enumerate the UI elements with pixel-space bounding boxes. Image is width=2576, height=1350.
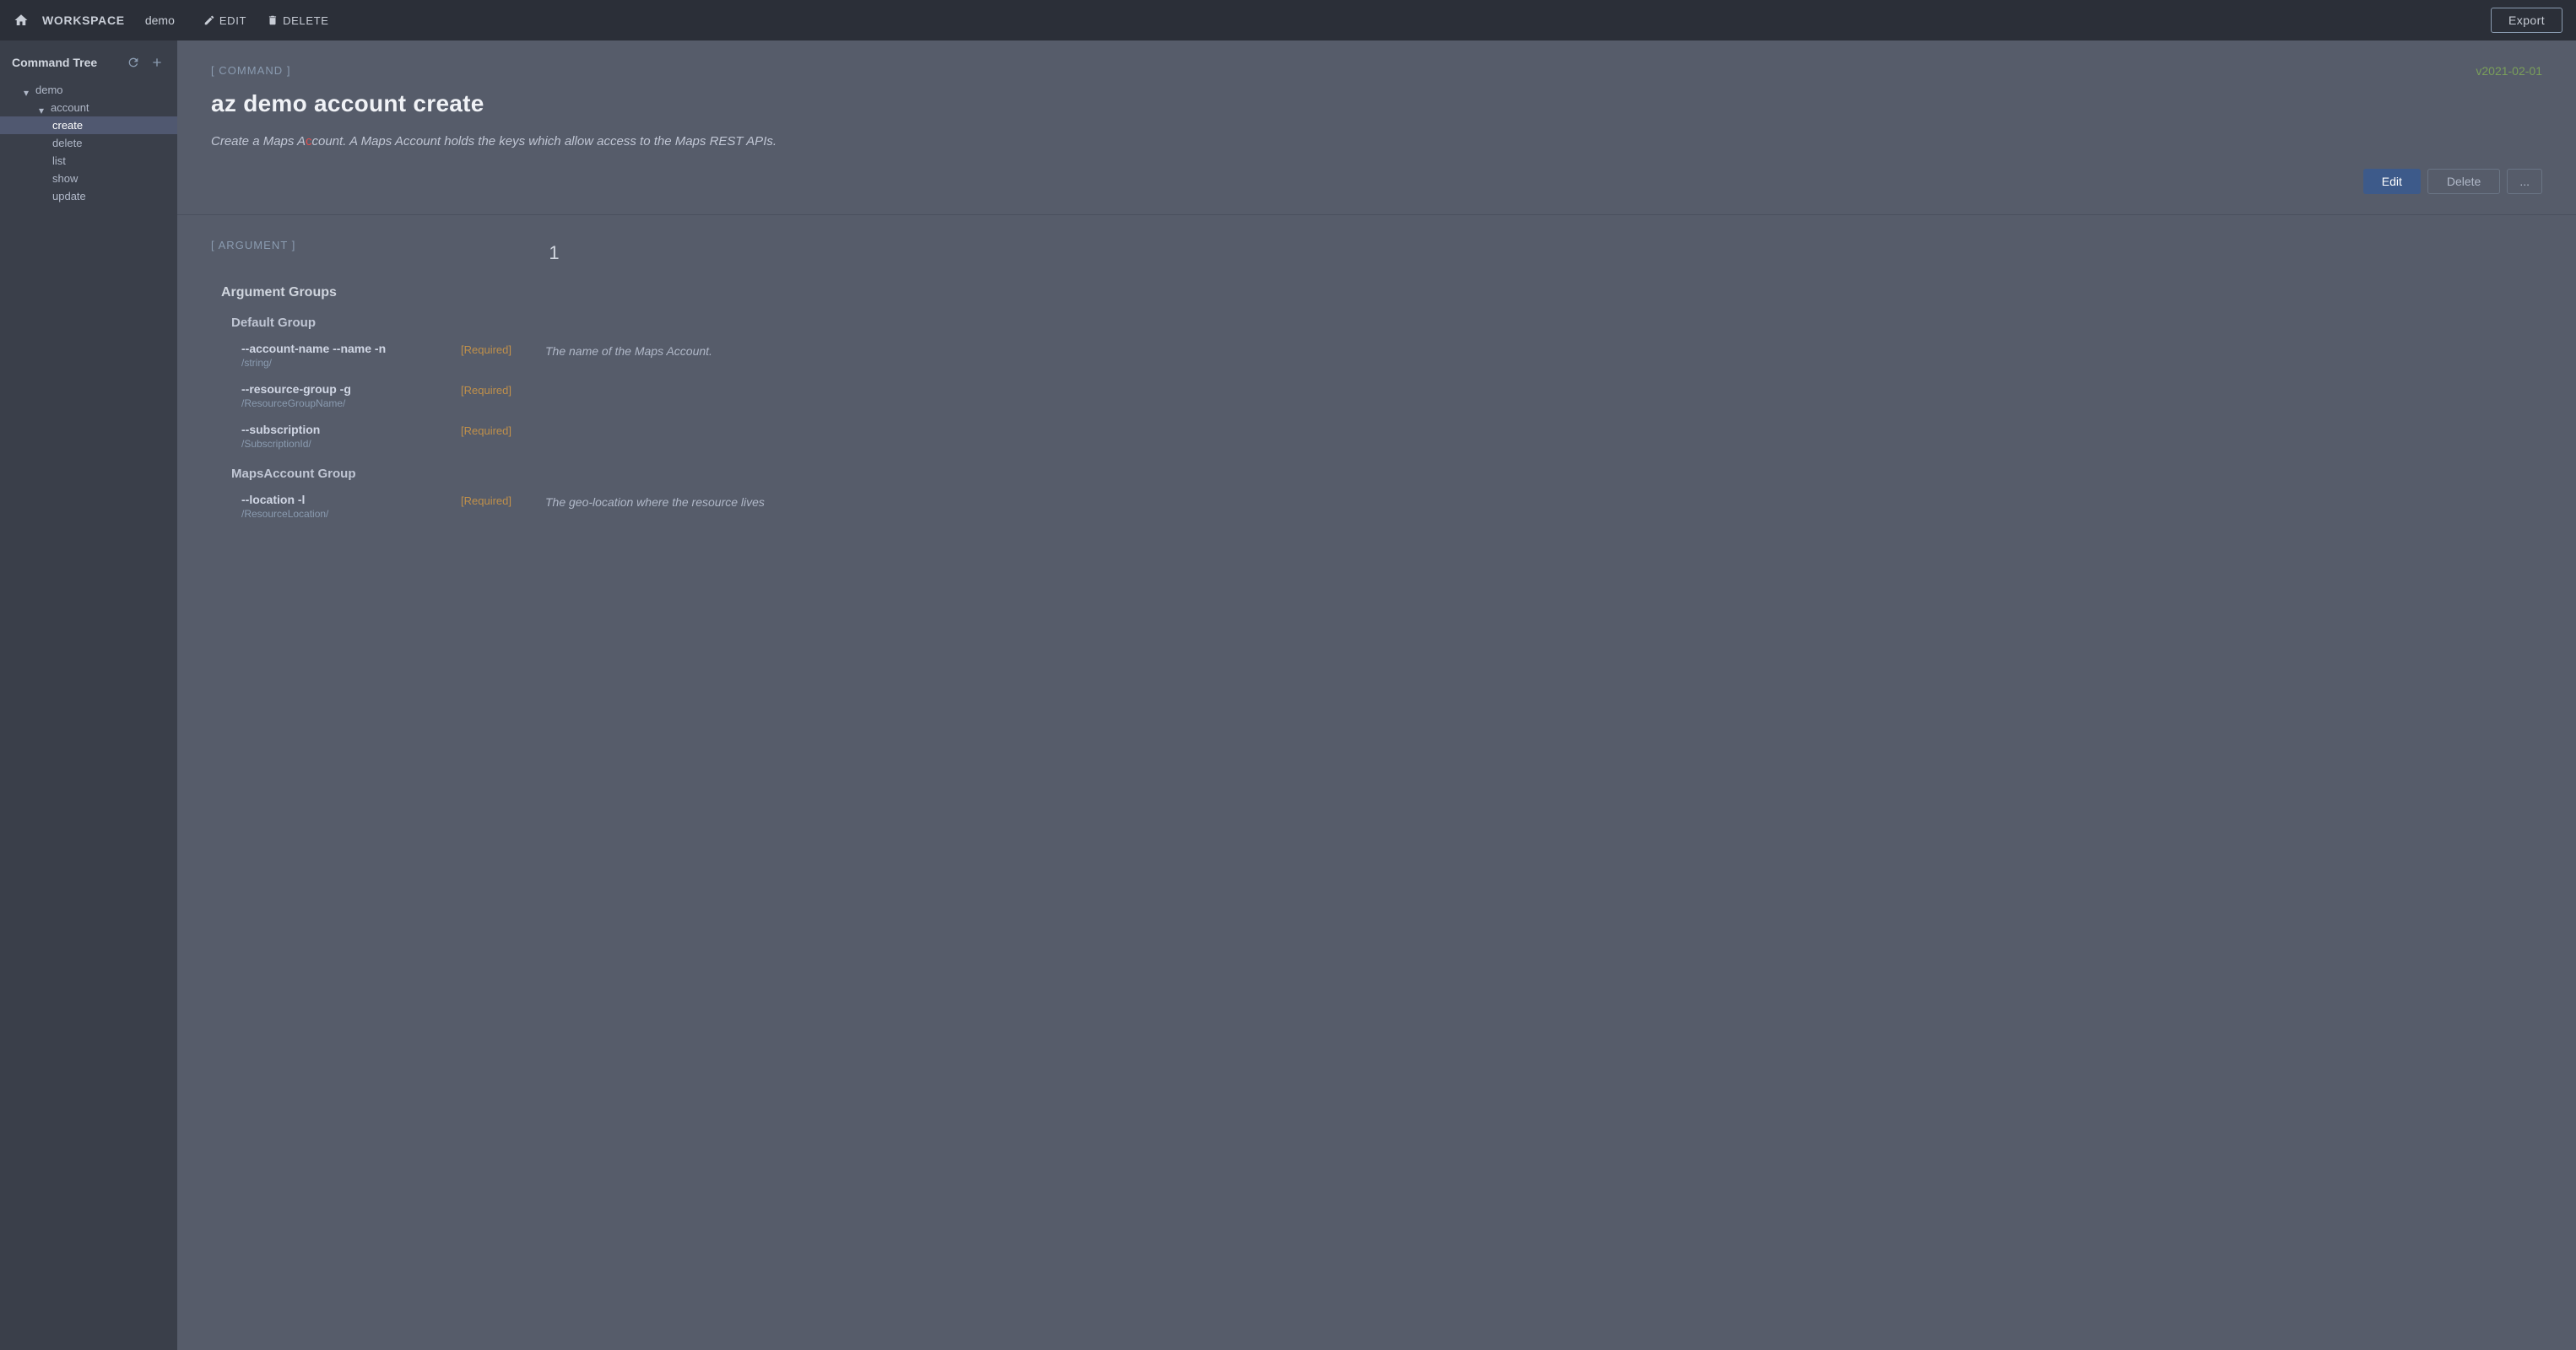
- arg-type: /SubscriptionId/: [241, 438, 461, 450]
- tree-create[interactable]: create: [0, 116, 177, 134]
- topnav-actions: EDIT DELETE: [195, 11, 338, 30]
- arg-required: [Required]: [461, 382, 545, 397]
- arg-type: /ResourceGroupName/: [241, 397, 461, 409]
- mapsaccount-group-name: MapsAccount Group: [231, 467, 2542, 481]
- tree-update[interactable]: update: [0, 187, 177, 205]
- arg-required: [Required]: [461, 342, 545, 356]
- default-group-name: Default Group: [231, 316, 2542, 330]
- arg-row-account-name: --account-name --name -n /string/ [Requi…: [241, 342, 2542, 369]
- arg-desc: [545, 382, 2542, 384]
- delete-command-button[interactable]: Delete: [2427, 169, 2500, 194]
- arg-name: --resource-group -g: [241, 382, 461, 396]
- argument-groups-label: Argument Groups: [221, 285, 2542, 300]
- command-actions: Edit Delete ...: [211, 169, 2542, 194]
- topnav: WORKSPACE demo EDIT DELETE Export: [0, 0, 2576, 40]
- tree-item-label: delete: [52, 137, 82, 149]
- refresh-button[interactable]: [125, 54, 142, 71]
- home-button[interactable]: [14, 13, 29, 28]
- arg-desc: The name of the Maps Account.: [545, 342, 2542, 360]
- tree-item-label: update: [52, 190, 86, 202]
- tree-show[interactable]: show: [0, 170, 177, 187]
- arg-required: [Required]: [461, 493, 545, 507]
- arg-name: --location -l: [241, 493, 461, 506]
- export-button[interactable]: Export: [2491, 8, 2562, 33]
- tree-delete[interactable]: delete: [0, 134, 177, 152]
- page-number: 1: [549, 242, 559, 264]
- arg-row-location: --location -l /ResourceLocation/ [Requir…: [241, 493, 2542, 520]
- highlight-char: c: [306, 134, 312, 148]
- sidebar-title: Command Tree: [12, 56, 97, 69]
- arg-desc: The geo-location where the resource live…: [545, 493, 2542, 511]
- content-area: v2021-02-01 [ COMMAND ] az demo account …: [177, 40, 2576, 1350]
- chevron-down-icon: [39, 104, 47, 112]
- arg-row-resource-group: --resource-group -g /ResourceGroupName/ …: [241, 382, 2542, 409]
- tree-account[interactable]: account: [0, 99, 177, 116]
- tree-list[interactable]: list: [0, 152, 177, 170]
- tree-item-label: demo: [35, 84, 63, 96]
- main-layout: Command Tree demo account create delete: [0, 40, 2576, 1350]
- tree-item-label: create: [52, 119, 83, 132]
- tree-demo[interactable]: demo: [0, 81, 177, 99]
- arg-desc: [545, 423, 2542, 424]
- add-button[interactable]: [149, 54, 165, 71]
- version-label: v2021-02-01: [2476, 64, 2542, 78]
- demo-label: demo: [145, 14, 175, 27]
- command-section: v2021-02-01 [ COMMAND ] az demo account …: [177, 40, 2576, 215]
- delete-button[interactable]: DELETE: [258, 11, 337, 30]
- edit-button[interactable]: EDIT: [195, 11, 255, 30]
- chevron-down-icon: [24, 86, 32, 94]
- workspace-label: WORKSPACE: [42, 14, 125, 27]
- command-section-label: [ COMMAND ]: [211, 64, 2542, 77]
- edit-command-button[interactable]: Edit: [2363, 169, 2421, 194]
- arg-name: --account-name --name -n: [241, 342, 461, 355]
- tree-item-label: list: [52, 154, 66, 167]
- arg-type: /ResourceLocation/: [241, 508, 461, 520]
- section-header-row: v2021-02-01 [ COMMAND ]: [211, 64, 2542, 77]
- argument-section-label: [ ARGUMENT ]: [211, 239, 295, 251]
- argument-section: [ ARGUMENT ] 1 Argument Groups Default G…: [177, 215, 2576, 554]
- more-command-button[interactable]: ...: [2507, 169, 2542, 194]
- arg-required: [Required]: [461, 423, 545, 437]
- arg-row-subscription: --subscription /SubscriptionId/ [Require…: [241, 423, 2542, 450]
- sidebar-actions: [125, 54, 165, 71]
- arg-name: --subscription: [241, 423, 461, 436]
- command-title: az demo account create: [211, 90, 2542, 117]
- sidebar-header: Command Tree: [0, 40, 177, 81]
- command-description: Create a Maps Account. A Maps Account ho…: [211, 132, 2542, 152]
- tree-item-label: account: [51, 101, 89, 114]
- tree-item-label: show: [52, 172, 78, 185]
- sidebar: Command Tree demo account create delete: [0, 40, 177, 1350]
- arg-type: /string/: [241, 357, 461, 369]
